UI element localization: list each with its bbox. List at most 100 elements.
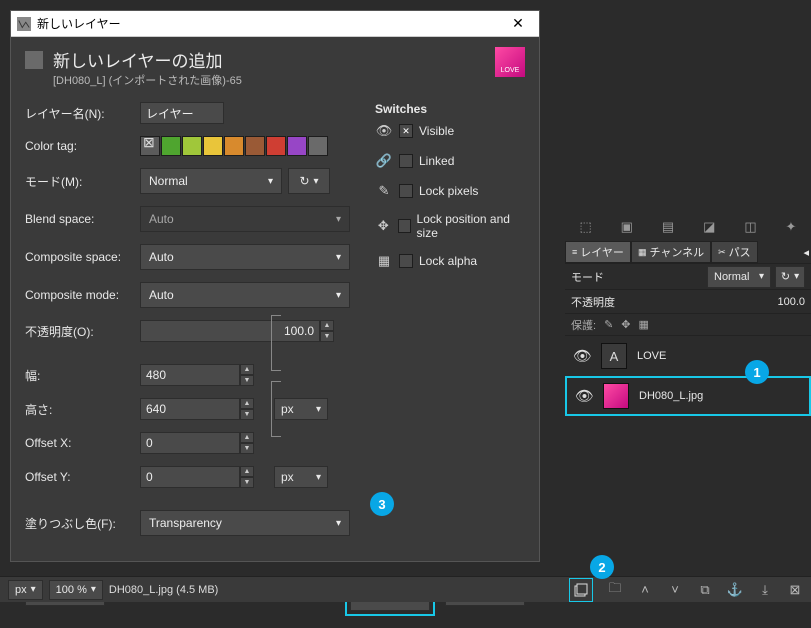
row-mode: モード(M): Normal▾ ↻▾	[25, 168, 355, 194]
offy-down[interactable]: ▼	[240, 477, 254, 488]
offset-unit-select[interactable]: px▾	[274, 466, 328, 488]
tab-channels[interactable]: ▦チャンネル	[631, 241, 711, 263]
fill-select[interactable]: Transparency▾	[140, 510, 350, 536]
lock-pixels-checkbox[interactable]	[399, 184, 413, 198]
layer-name-label: レイヤー名(N):	[25, 105, 140, 122]
visible-checkbox[interactable]: ✕	[399, 124, 413, 138]
layer-toolbar: 🗀 ˄ ˅ ⧉ ⚓ ⤓ ⊠	[569, 578, 803, 602]
row-blend-space: Blend space: Auto▾	[25, 206, 355, 232]
color-tag-yellow[interactable]	[203, 136, 223, 156]
layer-name-input[interactable]	[140, 102, 224, 124]
composite-mode-select[interactable]: Auto▾	[140, 282, 350, 308]
height-label: 高さ:	[25, 401, 140, 418]
offset-x-input[interactable]	[140, 432, 240, 454]
chevron-down-icon: ▾	[31, 584, 36, 595]
color-tag-green[interactable]	[161, 136, 181, 156]
protect-brush-icon[interactable]: ✎	[604, 318, 613, 331]
delete-layer-button[interactable]: ⊠	[787, 582, 803, 598]
tab-layers[interactable]: ≡レイヤー	[565, 241, 631, 263]
composite-space-label: Composite space:	[25, 250, 140, 264]
switch-visible: 👁 ✕ Visible	[375, 122, 525, 140]
opacity-down[interactable]: ▼	[320, 331, 334, 342]
size-unit-select[interactable]: px▾	[274, 398, 328, 420]
layer-item-image[interactable]: 👁 DH080_L.jpg	[565, 376, 811, 416]
rp-mode-select[interactable]: Normal▾	[707, 266, 771, 288]
height-down[interactable]: ▼	[240, 409, 254, 420]
height-up[interactable]: ▲	[240, 398, 254, 409]
width-up[interactable]: ▲	[240, 364, 254, 375]
new-group-button[interactable]: 🗀	[607, 582, 623, 598]
lock-alpha-checkbox[interactable]	[399, 254, 413, 268]
protect-move-icon[interactable]: ✥	[621, 318, 630, 331]
anchor-layer-button[interactable]: ⚓	[727, 582, 743, 598]
selection-icon[interactable]: ⬚	[579, 219, 591, 235]
color-tag-label: Color tag:	[25, 139, 140, 153]
move-icon: ✥	[375, 217, 392, 235]
offset-y-input[interactable]	[140, 466, 240, 488]
composite-space-select[interactable]: Auto▾	[140, 244, 350, 270]
duplicate-layer-button[interactable]: ⧉	[697, 582, 713, 598]
offx-up[interactable]: ▲	[240, 432, 254, 443]
color-tag-brown[interactable]	[245, 136, 265, 156]
protect-alpha-icon[interactable]: ▦	[639, 318, 649, 331]
row-offset-y: Offset Y: ▲▼ px▾	[25, 466, 355, 488]
panel-menu-button[interactable]: ◂	[801, 244, 811, 261]
lower-layer-button[interactable]: ˅	[667, 582, 683, 598]
mode-reset-button[interactable]: ↻▾	[288, 168, 330, 194]
new-layer-button[interactable]	[573, 582, 589, 598]
row-offset-x: Offset X: ▲▼	[25, 432, 355, 454]
tab-paths[interactable]: ✂パス	[711, 241, 758, 263]
merge-down-button[interactable]: ⤓	[757, 582, 773, 598]
offy-up[interactable]: ▲	[240, 466, 254, 477]
wand-icon[interactable]: ✦	[786, 219, 797, 235]
layer-item-text[interactable]: 👁 A LOVE	[565, 336, 811, 376]
zoom-selector[interactable]: 100 %▾	[49, 580, 103, 600]
fit-icon[interactable]: ▤	[662, 219, 674, 235]
layer-list: 👁 A LOVE 👁 DH080_L.jpg	[565, 335, 811, 416]
color-tag-red[interactable]	[266, 136, 286, 156]
lock-position-checkbox[interactable]	[398, 219, 411, 233]
offset-y-label: Offset Y:	[25, 470, 140, 484]
switch-linked: 🔗 Linked	[375, 152, 525, 170]
layer-visibility-toggle[interactable]: 👁	[575, 387, 593, 405]
offx-down[interactable]: ▼	[240, 443, 254, 454]
mode-select[interactable]: Normal▾	[140, 168, 282, 194]
fill-value: Transparency	[149, 516, 222, 530]
color-tag-none[interactable]	[140, 136, 160, 156]
close-button[interactable]: ✕	[503, 11, 533, 37]
panel-tabs: ≡レイヤー ▦チャンネル ✂パス ◂	[565, 241, 811, 263]
width-input[interactable]	[140, 364, 240, 386]
color-tag-gray[interactable]	[308, 136, 328, 156]
offset-link-bracket	[271, 381, 281, 437]
rp-opacity-value[interactable]: 100.0	[623, 296, 805, 308]
height-input[interactable]	[140, 398, 240, 420]
color-tag-orange[interactable]	[224, 136, 244, 156]
layer-visibility-toggle[interactable]: 👁	[573, 347, 591, 365]
title-text: 新しいレイヤー	[37, 15, 503, 32]
color-tag-purple[interactable]	[287, 136, 307, 156]
width-spinbox: ▲▼	[140, 364, 254, 386]
fill-icon[interactable]: ◪	[703, 219, 715, 235]
opacity-up[interactable]: ▲	[320, 320, 334, 331]
linked-checkbox[interactable]	[399, 154, 413, 168]
lock-position-label: Lock position and size	[417, 212, 525, 240]
raise-layer-button[interactable]: ˄	[637, 582, 653, 598]
color-tag-lime[interactable]	[182, 136, 202, 156]
row-composite-space: Composite space: Auto▾	[25, 244, 355, 270]
selection-all-icon[interactable]: ▣	[621, 219, 633, 235]
rp-protect-row: 保護: ✎ ✥ ▦	[565, 313, 811, 335]
status-bar-left: px▾ 100 %▾ DH080_L.jpg (4.5 MB)	[8, 580, 218, 600]
layer-name: LOVE	[637, 350, 666, 362]
titlebar: 新しいレイヤー ✕	[11, 11, 539, 37]
chevron-down-icon: ▾	[336, 252, 341, 263]
switch-lock-pixels: ✎ Lock pixels	[375, 182, 525, 200]
chevron-down-icon: ▾	[316, 404, 321, 415]
width-down[interactable]: ▼	[240, 375, 254, 386]
rp-mode-reset-button[interactable]: ↻▾	[775, 266, 805, 288]
unit-selector[interactable]: px▾	[8, 580, 43, 600]
clear-icon[interactable]: ◫	[744, 219, 756, 235]
opacity-input[interactable]	[140, 320, 320, 342]
lock-alpha-label: Lock alpha	[419, 254, 477, 268]
layer-thumbnail-text: A	[601, 343, 627, 369]
blend-space-select[interactable]: Auto▾	[140, 206, 350, 232]
